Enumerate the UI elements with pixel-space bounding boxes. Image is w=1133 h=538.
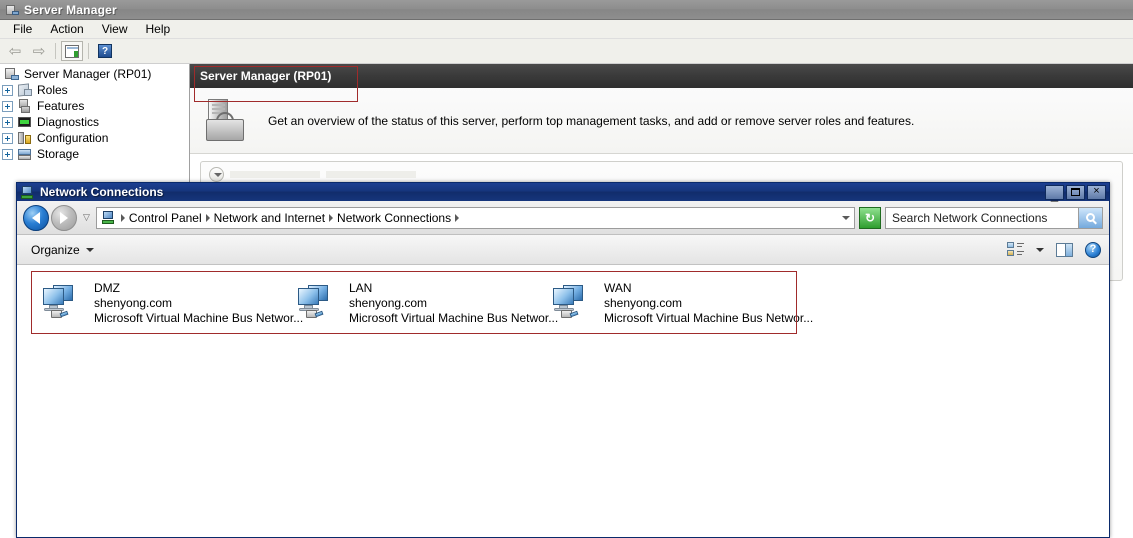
breadcrumb-separator-2-icon[interactable] [329,213,334,222]
content-banner: Server Manager (RP01) [190,64,1133,88]
address-bar: ▽ Control Panel Network and Internet Net… [17,201,1109,235]
network-connections-icon [20,185,36,200]
menu-view[interactable]: View [93,21,137,37]
control-panel-icon [101,210,116,225]
close-button[interactable]: × [1087,184,1106,200]
tree-item-roles[interactable]: Roles [0,82,189,98]
tree-item-label-storage: Storage [37,147,80,161]
help-glyph: ? [1089,243,1097,255]
expand-features-icon[interactable] [2,100,13,112]
tree-item-diagnostics[interactable]: Diagnostics [0,114,189,130]
tree-item-label-features: Features [37,99,85,113]
search-input[interactable]: Search Network Connections [885,206,1103,229]
breadcrumb-item-network-connections[interactable]: Network Connections [336,211,452,225]
section-subtitle-placeholder [326,171,416,178]
help-icon[interactable]: ? [1085,241,1101,258]
refresh-button[interactable]: ↻ [859,206,881,229]
toolbar-separator-1 [55,43,56,59]
features-icon [17,98,33,114]
close-icon: × [1093,184,1100,197]
tree-item-label-diagnostics: Diagnostics [37,115,100,129]
server-manager-title: Server Manager [24,2,117,17]
change-view-chevron-down-icon[interactable] [1036,247,1044,252]
page-title: Server Manager (RP01) [200,69,332,83]
expand-diagnostics-icon[interactable] [2,116,13,128]
tree-root-server-manager[interactable]: Server Manager (RP01) [0,66,189,82]
server-manager-toolbar: ⇦ ⇨ ? [0,39,1133,64]
collapse-section-icon[interactable] [209,167,224,182]
back-arrow-icon[interactable]: ⇦ [4,41,26,61]
preview-pane-icon[interactable] [1056,242,1073,257]
maximize-icon [1071,188,1080,196]
server-manager-titlebar: Server Manager [0,0,1133,20]
change-view-icon[interactable] [1007,242,1024,257]
tree-item-configuration[interactable]: Configuration [0,130,189,146]
breadcrumb-separator-1-icon[interactable] [205,213,210,222]
tree-item-label-roles: Roles [37,83,68,97]
search-placeholder: Search Network Connections [892,210,1048,225]
network-connections-title: Network Connections [40,185,164,199]
menu-action[interactable]: Action [41,21,92,37]
tree-item-label-configuration: Configuration [37,131,109,145]
server-manager-icon [4,2,20,18]
refresh-icon: ↻ [864,210,876,225]
properties-button[interactable] [61,41,83,61]
command-bar: Organize ? [17,235,1109,265]
menu-help[interactable]: Help [137,21,180,37]
tree-item-features[interactable]: Features [0,98,189,114]
help-icon: ? [98,44,112,58]
chevron-down-icon [85,247,94,252]
expand-storage-icon[interactable] [2,148,13,160]
toolbar-separator-2 [88,43,89,59]
storage-icon [17,147,33,162]
minimize-button[interactable]: _ [1045,184,1064,202]
expand-configuration-icon[interactable] [2,132,13,144]
address-dropdown-icon[interactable] [842,215,850,220]
server-manager-menubar: File Action View Help [0,20,1133,39]
overview-section: Get an overview of the status of this se… [190,88,1133,154]
expand-roles-icon[interactable] [2,84,13,96]
forward-arrow-icon[interactable]: ⇨ [28,41,50,61]
minimize-icon: _ [1050,186,1059,202]
breadcrumb-item-control-panel[interactable]: Control Panel [128,211,203,225]
breadcrumb-item-network-and-internet[interactable]: Network and Internet [213,211,326,225]
breadcrumb-root-caret-icon[interactable] [120,213,125,222]
organize-label: Organize [31,242,80,257]
connections-highlight-annotation [31,271,797,334]
back-navigation-icon[interactable] [23,204,49,231]
organize-button[interactable]: Organize [25,240,100,260]
maximize-button[interactable] [1066,184,1085,200]
tree-item-storage[interactable]: Storage [0,146,189,162]
network-connections-window: Network Connections _ × ▽ Control Panel … [16,182,1110,538]
help-button[interactable]: ? [94,41,116,61]
forward-navigation-icon[interactable] [51,204,77,231]
breadcrumb-separator-3-icon[interactable] [455,213,460,222]
command-bar-right: ? [1007,241,1101,258]
search-icon [1086,213,1095,222]
server-tower-icon [204,98,250,143]
menu-file[interactable]: File [4,21,41,37]
configuration-icon [17,131,33,146]
properties-icon [65,44,79,58]
tree-root-label: Server Manager (RP01) [24,67,152,81]
network-connections-titlebar[interactable]: Network Connections _ × [17,183,1109,201]
search-button[interactable] [1078,207,1102,228]
server-manager-node-icon [4,67,20,82]
breadcrumb[interactable]: Control Panel Network and Internet Netwo… [95,206,855,229]
recent-pages-icon[interactable]: ▽ [81,212,92,223]
section-title-placeholder [230,171,320,178]
diagnostics-icon [17,115,33,130]
roles-icon [17,82,33,98]
window-buttons: _ × [1045,184,1108,202]
connections-list[interactable]: DMZ shenyong.com Microsoft Virtual Machi… [17,265,1109,537]
overview-description: Get an overview of the status of this se… [268,113,915,128]
